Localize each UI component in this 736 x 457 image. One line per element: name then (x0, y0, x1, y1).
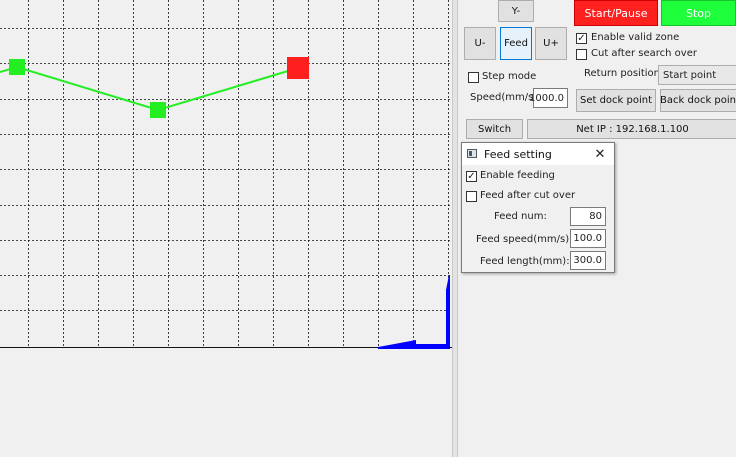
feed-setting-dialog: Feed setting ✕ ✓ Enable feeding Feed aft… (461, 142, 615, 273)
work-canvas[interactable] (0, 0, 452, 457)
canvas-grid (0, 0, 452, 348)
jog-y-minus-button[interactable]: Y- (498, 0, 534, 22)
feed-button[interactable]: Feed (500, 27, 532, 60)
enable-valid-zone-label: Enable valid zone (591, 32, 680, 43)
feed-num-input[interactable]: 80 (570, 207, 606, 226)
return-position-label: Return position: (584, 68, 664, 79)
speed-input[interactable]: 1000.0 (529, 88, 568, 108)
feed-after-cut-over-checkbox[interactable] (466, 191, 477, 202)
enable-valid-zone-checkbox[interactable]: ✓ (576, 33, 587, 44)
cut-after-search-over-label: Cut after search over (591, 48, 697, 59)
set-dock-point-button[interactable]: Set dock point (576, 89, 656, 112)
jog-u-minus-button[interactable]: U- (464, 27, 496, 60)
return-position-select[interactable]: Start point (658, 65, 736, 85)
close-icon[interactable]: ✕ (590, 145, 610, 163)
start-pause-button[interactable]: Start/Pause (574, 0, 658, 26)
stop-button[interactable]: Stop (661, 0, 736, 26)
path-point-1 (9, 59, 25, 75)
cut-path (0, 65, 299, 112)
feed-num-label: Feed num: (494, 211, 547, 222)
feed-length-input[interactable]: 300.0 (570, 251, 606, 270)
step-mode-checkbox[interactable] (468, 72, 479, 83)
enable-feeding-label: Enable feeding (480, 170, 555, 181)
start-point-marker (287, 57, 309, 79)
origin-axis-marker (378, 275, 450, 349)
dialog-titlebar[interactable]: Feed setting ✕ (462, 143, 614, 165)
feed-after-cut-over-label: Feed after cut over (480, 190, 576, 201)
window-icon (467, 149, 477, 158)
jog-u-plus-button[interactable]: U+ (535, 27, 567, 60)
feed-length-label: Feed length(mm): (480, 256, 570, 267)
cut-after-search-over-checkbox[interactable] (576, 49, 587, 60)
canvas-svg (0, 0, 452, 349)
y-axis-arrow (446, 275, 450, 347)
back-dock-point-button[interactable]: Back dock point (660, 89, 736, 112)
path-point-2 (150, 102, 166, 118)
net-ip-display: Net IP : 192.168.1.100 (527, 119, 736, 139)
return-position-value: Start point (663, 69, 717, 81)
switch-button[interactable]: Switch (466, 119, 523, 139)
step-mode-label: Step mode (482, 71, 537, 82)
x-axis-arrow (378, 340, 450, 349)
feed-speed-label: Feed speed(mm/s): (476, 234, 573, 245)
enable-feeding-checkbox[interactable]: ✓ (466, 171, 477, 182)
feed-speed-input[interactable]: 100.0 (570, 229, 606, 248)
dialog-title: Feed setting (484, 148, 552, 161)
